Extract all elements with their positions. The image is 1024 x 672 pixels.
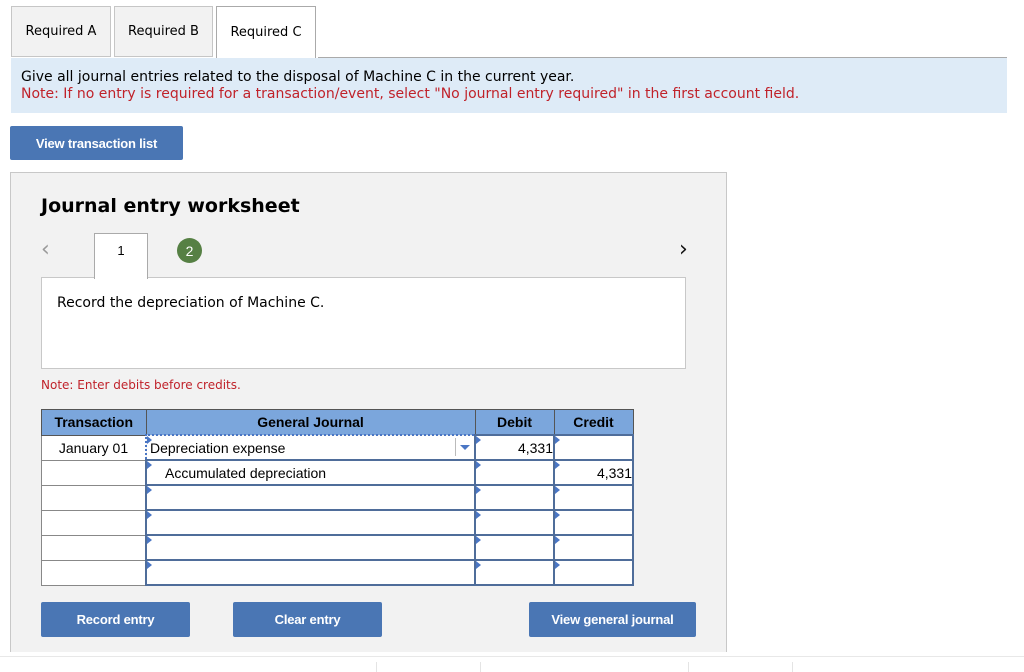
account-value: Depreciation expense — [150, 439, 286, 456]
footer-separator — [376, 662, 377, 672]
transaction-cell — [41, 534, 147, 561]
account-select[interactable] — [145, 484, 476, 511]
entry-description: Record the depreciation of Machine C. — [41, 277, 686, 369]
instructions-note: Note: If no entry is required for a tran… — [21, 86, 800, 102]
account-select[interactable] — [145, 509, 476, 536]
entry-description-text: Record the depreciation of Machine C. — [57, 295, 325, 311]
step-tab-2[interactable]: 2 — [177, 238, 202, 263]
transaction-cell — [41, 459, 147, 486]
table-row: Accumulated depreciation 4,331 — [41, 459, 634, 486]
journal-entry-worksheet: Journal entry worksheet ‹ › 1 2 Record t… — [10, 172, 727, 652]
header-transaction: Transaction — [41, 409, 147, 436]
transaction-cell — [41, 509, 147, 536]
worksheet-title: Journal entry worksheet — [41, 195, 300, 217]
footer-separator — [792, 662, 793, 672]
table-row — [41, 509, 634, 536]
debit-input[interactable] — [474, 509, 555, 536]
footer-divider — [0, 656, 1024, 657]
transaction-cell — [41, 559, 147, 586]
chevron-right-icon[interactable]: › — [679, 237, 688, 262]
table-row — [41, 559, 634, 586]
transaction-cell — [41, 484, 147, 511]
instructions-panel: Give all journal entries related to the … — [11, 58, 1007, 113]
debit-input[interactable]: 4,331 — [474, 434, 555, 461]
debit-input[interactable] — [474, 459, 555, 486]
debit-input[interactable] — [474, 484, 555, 511]
tab-required-c[interactable]: Required C — [216, 6, 316, 58]
chevron-down-icon[interactable] — [455, 438, 474, 456]
credit-input[interactable] — [553, 434, 634, 461]
account-select[interactable]: Depreciation expense — [145, 434, 476, 461]
table-row — [41, 484, 634, 511]
chevron-left-icon[interactable]: ‹ — [41, 237, 50, 262]
credit-input[interactable] — [553, 534, 634, 561]
debits-credits-note: Note: Enter debits before credits. — [41, 378, 241, 392]
account-select[interactable]: Accumulated depreciation — [145, 459, 476, 486]
step-tab-1[interactable]: 1 — [94, 233, 148, 279]
footer-separator — [480, 662, 481, 672]
view-transaction-list-button[interactable]: View transaction list — [10, 126, 183, 160]
record-entry-button[interactable]: Record entry — [41, 602, 190, 637]
credit-input[interactable] — [553, 559, 634, 586]
table-row — [41, 534, 634, 561]
account-select[interactable] — [145, 559, 476, 586]
header-general-journal: General Journal — [145, 409, 476, 436]
account-value: Accumulated depreciation — [165, 464, 327, 481]
credit-input[interactable]: 4,331 — [553, 459, 634, 486]
transaction-cell: January 01 — [41, 434, 147, 461]
debit-input[interactable] — [474, 559, 555, 586]
table-row: January 01 Depreciation expense 4,331 — [41, 434, 634, 461]
header-debit: Debit — [474, 409, 555, 436]
debit-input[interactable] — [474, 534, 555, 561]
tab-required-a[interactable]: Required A — [11, 6, 111, 57]
clear-entry-button[interactable]: Clear entry — [233, 602, 382, 637]
credit-input[interactable] — [553, 509, 634, 536]
account-select[interactable] — [145, 534, 476, 561]
header-credit: Credit — [553, 409, 634, 436]
credit-input[interactable] — [553, 484, 634, 511]
general-journal-table: Transaction General Journal Debit Credit… — [41, 409, 634, 586]
footer-separator — [688, 662, 689, 672]
instructions-text: Give all journal entries related to the … — [21, 69, 575, 85]
requirement-tabs: Required A Required B Required C — [11, 6, 319, 58]
tab-required-b[interactable]: Required B — [114, 6, 213, 57]
view-general-journal-button[interactable]: View general journal — [529, 602, 696, 637]
